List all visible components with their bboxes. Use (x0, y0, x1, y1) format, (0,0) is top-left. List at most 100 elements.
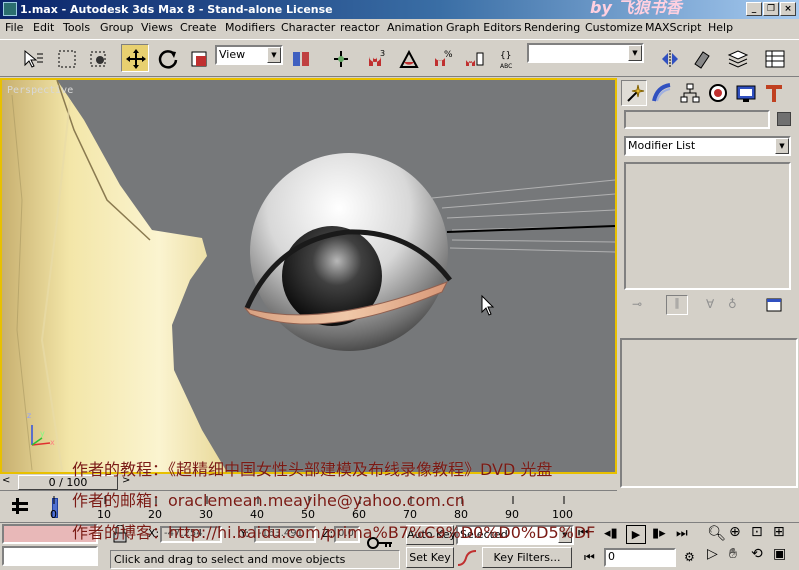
svg-text:%: % (444, 50, 453, 60)
manipulate-icon[interactable] (326, 44, 354, 72)
menu-rendering[interactable]: Rendering (524, 21, 580, 34)
perspective-viewport[interactable]: Perspective z x y (0, 78, 617, 474)
maximize-viewport-icon[interactable]: ▣ (773, 546, 786, 562)
modifier-list-dropdown[interactable]: Modifier List ▼ (624, 136, 791, 156)
mini-curve-editor-icon[interactable] (10, 496, 30, 516)
mirror-icon[interactable] (655, 44, 683, 72)
zoom-extents-all-icon[interactable]: ⊞ (773, 524, 785, 540)
tick-label: 0 (50, 508, 57, 521)
menu-create[interactable]: Create (180, 21, 217, 34)
default-tangents-icon[interactable] (456, 549, 478, 567)
move-icon[interactable] (121, 44, 149, 72)
menu-customize[interactable]: Customize (585, 21, 643, 34)
show-end-result-icon[interactable]: ‖ (666, 295, 688, 315)
object-color-swatch[interactable] (777, 112, 791, 126)
utilities-tab[interactable] (761, 80, 787, 106)
modifier-stack-list[interactable] (624, 162, 791, 290)
watermark-line-1: 作者的教程：《超精细中国女性头部建模及布线录像教程》DVD 光盘 (72, 460, 553, 479)
menu-views[interactable]: Views (141, 21, 173, 34)
prompt-line: Click and drag to select and move object… (110, 550, 400, 569)
zoom-extents-icon[interactable]: ⊡ (751, 524, 763, 540)
arc-rotate-icon[interactable]: ⟲ (751, 546, 763, 562)
percent-snap-icon[interactable]: % (427, 44, 455, 72)
viewport-label[interactable]: Perspective (7, 85, 73, 96)
menu-modifiers[interactable]: Modifiers (225, 21, 275, 34)
svg-text:3: 3 (380, 49, 385, 58)
pin-stack-icon[interactable]: ⊸ (632, 297, 642, 311)
maxscript-output-field[interactable] (2, 546, 98, 566)
maximize-button[interactable]: ❐ (763, 2, 779, 16)
field-of-view-icon[interactable]: ▷ (707, 546, 718, 562)
select-region-icon[interactable] (18, 44, 46, 72)
go-to-end-icon[interactable]: ⏭ (676, 526, 688, 541)
prompt-text: Click and drag to select and move object… (114, 553, 346, 566)
menu-maxscript[interactable]: MAXScript (645, 21, 701, 34)
display-tab[interactable] (733, 80, 759, 106)
svg-text:ABC: ABC (500, 63, 512, 70)
svg-text:{}: {} (500, 51, 511, 61)
stack-controls: ⊸ ‖ ∀ ♁ (624, 295, 791, 317)
menu-bar: File Edit Tools Group Views Create Modif… (0, 19, 799, 38)
angle-snap-icon[interactable] (394, 44, 422, 72)
scale-icon[interactable] (184, 44, 212, 72)
gizmo-z-label: z (27, 411, 32, 420)
menu-help[interactable]: Help (708, 21, 733, 34)
menu-tools[interactable]: Tools (63, 21, 90, 34)
rect-selection-icon[interactable] (52, 44, 80, 72)
hierarchy-tab[interactable] (677, 80, 703, 106)
parameters-rollout (620, 338, 798, 488)
current-frame-field[interactable]: 0 (604, 548, 676, 567)
named-selection-set-dropdown[interactable]: ▼ (527, 43, 644, 63)
app-icon (3, 2, 17, 16)
minimize-button[interactable]: _ (746, 2, 762, 16)
menu-edit[interactable]: Edit (33, 21, 54, 34)
chevron-down-icon: ▼ (628, 45, 642, 61)
modify-tab[interactable] (649, 80, 675, 106)
set-key-button[interactable]: Set Key (406, 547, 454, 568)
reference-coordinate-value: View (219, 48, 246, 61)
zoom-icon[interactable]: 🔍︎ (707, 524, 726, 542)
menu-animation[interactable]: Animation (387, 21, 443, 34)
overlay-signature: by 飞狼书香 (590, 0, 682, 17)
window-title: 1.max - Autodesk 3ds Max 8 - Stand-alone… (20, 3, 333, 16)
watermark-line-2: 作者的邮箱：oraclemean.meayihe@yahoo.com.cn (72, 491, 465, 510)
slider-left-arrow[interactable]: < (2, 475, 10, 486)
motion-tab[interactable] (705, 80, 731, 106)
pivot-icon[interactable] (286, 44, 314, 72)
key-filters-button[interactable]: Key Filters... (482, 547, 572, 568)
align-icon[interactable] (687, 44, 715, 72)
window-crossing-icon[interactable] (84, 44, 112, 72)
configure-modifier-sets-icon[interactable] (764, 295, 784, 315)
rotate-icon[interactable] (153, 44, 181, 72)
menu-character[interactable]: Character (281, 21, 335, 34)
curve-editor-icon[interactable] (760, 44, 788, 72)
gizmo-x-label: x (50, 438, 55, 447)
chevron-down-icon: ▼ (267, 47, 281, 63)
spinner-snap-icon[interactable] (459, 44, 487, 72)
object-name-field[interactable] (624, 110, 770, 129)
snap-3-icon[interactable]: 3 (361, 44, 389, 72)
chevron-down-icon: ▼ (775, 138, 789, 154)
pan-icon[interactable]: ✋︎ (729, 546, 737, 562)
menu-graph-editors[interactable]: Graph Editors (446, 21, 522, 34)
time-config-icon[interactable]: ⚙ (684, 550, 695, 564)
close-button[interactable]: × (780, 2, 796, 16)
zoom-all-icon[interactable]: ⊕ (729, 524, 741, 540)
layer-manager-icon[interactable] (723, 44, 751, 72)
make-unique-icon[interactable]: ∀ (706, 297, 714, 311)
menu-file[interactable]: File (5, 21, 23, 34)
next-frame-icon[interactable]: ▮▸ (652, 526, 666, 541)
title-bar: 1.max - Autodesk 3ds Max 8 - Stand-alone… (0, 0, 799, 19)
remove-modifier-icon[interactable]: ♁ (728, 297, 737, 311)
previous-frame-icon[interactable]: ◂▮ (604, 526, 618, 541)
reference-coordinate-dropdown[interactable]: View ▼ (215, 45, 283, 65)
main-toolbar: View ▼ 3 % {} ABC ▼ (0, 39, 799, 77)
create-tab[interactable] (621, 80, 647, 106)
menu-reactor[interactable]: reactor (340, 21, 379, 34)
modifier-list-label: Modifier List (628, 139, 696, 152)
play-icon[interactable]: ▶ (626, 525, 646, 544)
set-key-label: Set Key (409, 551, 451, 564)
key-mode-toggle-icon[interactable]: ⏮ (584, 550, 595, 565)
menu-group[interactable]: Group (100, 21, 134, 34)
edit-named-sets-icon[interactable]: {} ABC (494, 44, 522, 72)
